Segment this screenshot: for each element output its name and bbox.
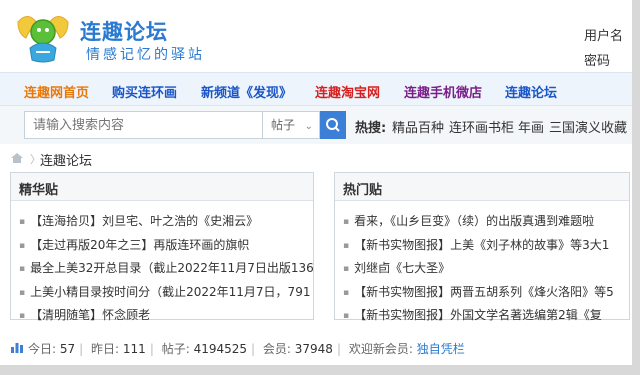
stats-members-label: 会员:	[262, 342, 291, 356]
window-edge-right	[632, 0, 640, 375]
hot-posts-title: 热门贴	[335, 173, 629, 201]
featured-posts-panel: 精华贴 【连海拾贝】刘旦宅、叶之浩的《史湘云》 【走过再版20年之三】再版连环画…	[10, 172, 314, 322]
hot-search-item[interactable]: 精品百种	[392, 117, 444, 136]
stats-welcome-label: 欢迎新会员:	[348, 342, 413, 356]
list-item[interactable]: 【新书实物图报】两晋五胡系列《烽火洛阳》等5	[343, 282, 629, 306]
search-bar: 帖子 ⌄ 热搜: 精品百种 连环画书柜 年画 三国演义收藏	[0, 106, 632, 144]
site-title[interactable]: 连趣论坛	[80, 16, 168, 46]
password-label[interactable]: 密码	[584, 50, 610, 69]
stats-posts-value: 4194525	[193, 342, 248, 356]
featured-posts-title: 精华贴	[11, 173, 313, 201]
site-slogan: 情感记忆的驿站	[86, 47, 205, 63]
stats-posts-label: 帖子:	[161, 342, 190, 356]
main-nav: 连趣网首页 购买连环画 新频道《发现》 连趣淘宝网 连趣手机微店 连趣论坛	[0, 72, 632, 106]
featured-posts-list: 【连海拾贝】刘旦宅、叶之浩的《史湘云》 【走过再版20年之三】再版连环画的旗帜 …	[11, 201, 313, 329]
nav-item-forum[interactable]: 连趣论坛	[505, 82, 557, 101]
new-member-link[interactable]: 独自凭栏	[417, 342, 465, 356]
nav-item-taobao[interactable]: 连趣淘宝网	[315, 82, 380, 101]
header: 连趣论坛 情感记忆的驿站 用户名 密码	[0, 0, 632, 72]
list-item[interactable]: 【连海拾贝】刘旦宅、叶之浩的《史湘云》	[19, 211, 313, 235]
search-input[interactable]	[24, 111, 262, 139]
list-item[interactable]: 最全上美32开总目录（截止2022年11月7日出版136	[19, 258, 313, 282]
search-type-label: 帖子	[271, 118, 296, 132]
nav-item-discover[interactable]: 新频道《发现》	[201, 82, 292, 101]
username-label[interactable]: 用户名	[584, 25, 623, 44]
forum-stats: 今日: 57 | 昨日: 111 | 帖子: 4194525 | 会员: 37948 |…	[0, 334, 632, 362]
list-item[interactable]: 【走过再版20年之三】再版连环画的旗帜	[19, 235, 313, 259]
hot-posts-list: 看来，《山乡巨变》（续）的出版真遇到难题啦 【新书实物图报】上美《刘子林的故事》…	[335, 201, 629, 329]
hot-search-item[interactable]: 连环画书柜	[449, 117, 514, 136]
nav-item-buy-comics[interactable]: 购买连环画	[112, 82, 177, 101]
stats-yesterday-label: 昨日:	[91, 342, 120, 356]
stats-yesterday-value: 111	[122, 342, 146, 356]
list-item[interactable]: 【新书实物图报】外国文学名著选编第2辑《复	[343, 305, 629, 329]
chevron-down-icon: ⌄	[304, 121, 313, 132]
stats-members-value: 37948	[294, 342, 333, 356]
hot-search-label: 热搜:	[355, 121, 387, 136]
hot-search-item[interactable]: 年画	[518, 117, 544, 136]
hot-search-item[interactable]: 三国演义收藏	[549, 117, 627, 136]
breadcrumb-current[interactable]: 连趣论坛	[40, 150, 92, 169]
list-item[interactable]: 【清明随笔】怀念顾老	[19, 305, 313, 329]
list-item[interactable]: 【新书实物图报】上美《刘子林的故事》等3大1	[343, 235, 629, 259]
list-item[interactable]: 上美小精目录按时间分（截止2022年11月7日，791	[19, 282, 313, 306]
stats-text: 今日: 57 | 昨日: 111 | 帖子: 4194525 | 会员: 37948 |…	[28, 342, 465, 356]
search-type-select[interactable]: 帖子 ⌄	[262, 111, 320, 139]
search-icon	[326, 118, 340, 132]
window-edge-bottom	[0, 365, 640, 375]
page: 连趣论坛 情感记忆的驿站 用户名 密码 连趣网首页 购买连环画 新频道《发现》 …	[0, 0, 640, 375]
bar-chart-icon	[11, 343, 23, 353]
search-button[interactable]	[320, 111, 346, 139]
logo-icon[interactable]	[14, 8, 72, 66]
list-item[interactable]: 看来，《山乡巨变》（续）的出版真遇到难题啦	[343, 211, 629, 235]
nav-item-mobile-shop[interactable]: 连趣手机微店	[404, 82, 482, 101]
nav-item-home[interactable]: 连趣网首页	[24, 82, 89, 101]
breadcrumb: 〉 连趣论坛	[0, 144, 632, 172]
hot-posts-panel: 热门贴 看来，《山乡巨变》（续）的出版真遇到难题啦 【新书实物图报】上美《刘子林…	[334, 172, 630, 322]
home-icon[interactable]	[10, 152, 24, 164]
stats-today-label: 今日:	[28, 342, 57, 356]
stats-today-value: 57	[59, 342, 76, 356]
list-item[interactable]: 刘继卣《七大圣》	[343, 258, 629, 282]
